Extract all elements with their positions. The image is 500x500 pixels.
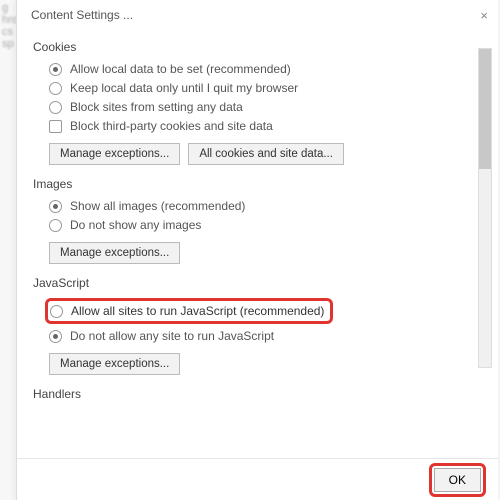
cookies-keep-until-quit-label: Keep local data only until I quit my bro… <box>70 81 298 95</box>
images-show-all-label: Show all images (recommended) <box>70 199 245 213</box>
images-button-row: Manage exceptions... <box>49 242 468 264</box>
cookies-block-third-party-label: Block third-party cookies and site data <box>70 119 273 133</box>
cookies-manage-exceptions-button[interactable]: Manage exceptions... <box>49 143 180 165</box>
checkbox-icon <box>49 120 62 133</box>
cookies-allow-local-radio[interactable]: Allow local data to be set (recommended) <box>49 62 468 76</box>
javascript-allow-all-label: Allow all sites to run JavaScript (recom… <box>71 304 324 318</box>
scrollbar[interactable] <box>478 48 492 368</box>
close-icon[interactable]: × <box>480 8 488 23</box>
dialog-body: Cookies Allow local data to be set (reco… <box>17 28 498 458</box>
radio-icon <box>50 305 63 318</box>
javascript-block-all-radio[interactable]: Do not allow any site to run JavaScript <box>49 329 468 343</box>
images-manage-exceptions-button[interactable]: Manage exceptions... <box>49 242 180 264</box>
cookies-block-third-party-checkbox[interactable]: Block third-party cookies and site data <box>49 119 468 133</box>
javascript-block-all-label: Do not allow any site to run JavaScript <box>70 329 274 343</box>
cookies-allow-local-label: Allow local data to be set (recommended) <box>70 62 291 76</box>
ok-button[interactable]: OK <box>434 468 481 492</box>
radio-icon <box>49 82 62 95</box>
cookies-block-all-label: Block sites from setting any data <box>70 100 243 114</box>
cookies-button-row: Manage exceptions... All cookies and sit… <box>49 143 468 165</box>
images-show-all-radio[interactable]: Show all images (recommended) <box>49 199 468 213</box>
cookies-all-cookies-button[interactable]: All cookies and site data... <box>188 143 344 165</box>
radio-icon <box>49 101 62 114</box>
ok-highlight: OK <box>429 463 486 497</box>
scrollbar-thumb[interactable] <box>479 49 491 169</box>
radio-icon <box>49 219 62 232</box>
javascript-allow-all-radio[interactable]: Allow all sites to run JavaScript (recom… <box>45 298 333 324</box>
dialog-footer: OK <box>17 458 498 500</box>
section-javascript-heading: JavaScript <box>33 276 468 290</box>
content-settings-dialog: Content Settings ... × Cookies Allow loc… <box>16 0 498 500</box>
javascript-manage-exceptions-button[interactable]: Manage exceptions... <box>49 353 180 375</box>
settings-content: Cookies Allow local data to be set (reco… <box>33 28 472 458</box>
section-handlers-heading: Handlers <box>33 387 468 401</box>
radio-icon <box>49 63 62 76</box>
radio-icon <box>49 330 62 343</box>
section-images-heading: Images <box>33 177 468 191</box>
dialog-title: Content Settings ... <box>31 8 133 22</box>
javascript-button-row: Manage exceptions... <box>49 353 468 375</box>
radio-icon <box>49 200 62 213</box>
cookies-keep-until-quit-radio[interactable]: Keep local data only until I quit my bro… <box>49 81 468 95</box>
images-do-not-show-label: Do not show any images <box>70 218 201 232</box>
section-cookies-heading: Cookies <box>33 40 468 54</box>
images-do-not-show-radio[interactable]: Do not show any images <box>49 218 468 232</box>
cookies-block-all-radio[interactable]: Block sites from setting any data <box>49 100 468 114</box>
dialog-titlebar: Content Settings ... × <box>17 0 498 28</box>
